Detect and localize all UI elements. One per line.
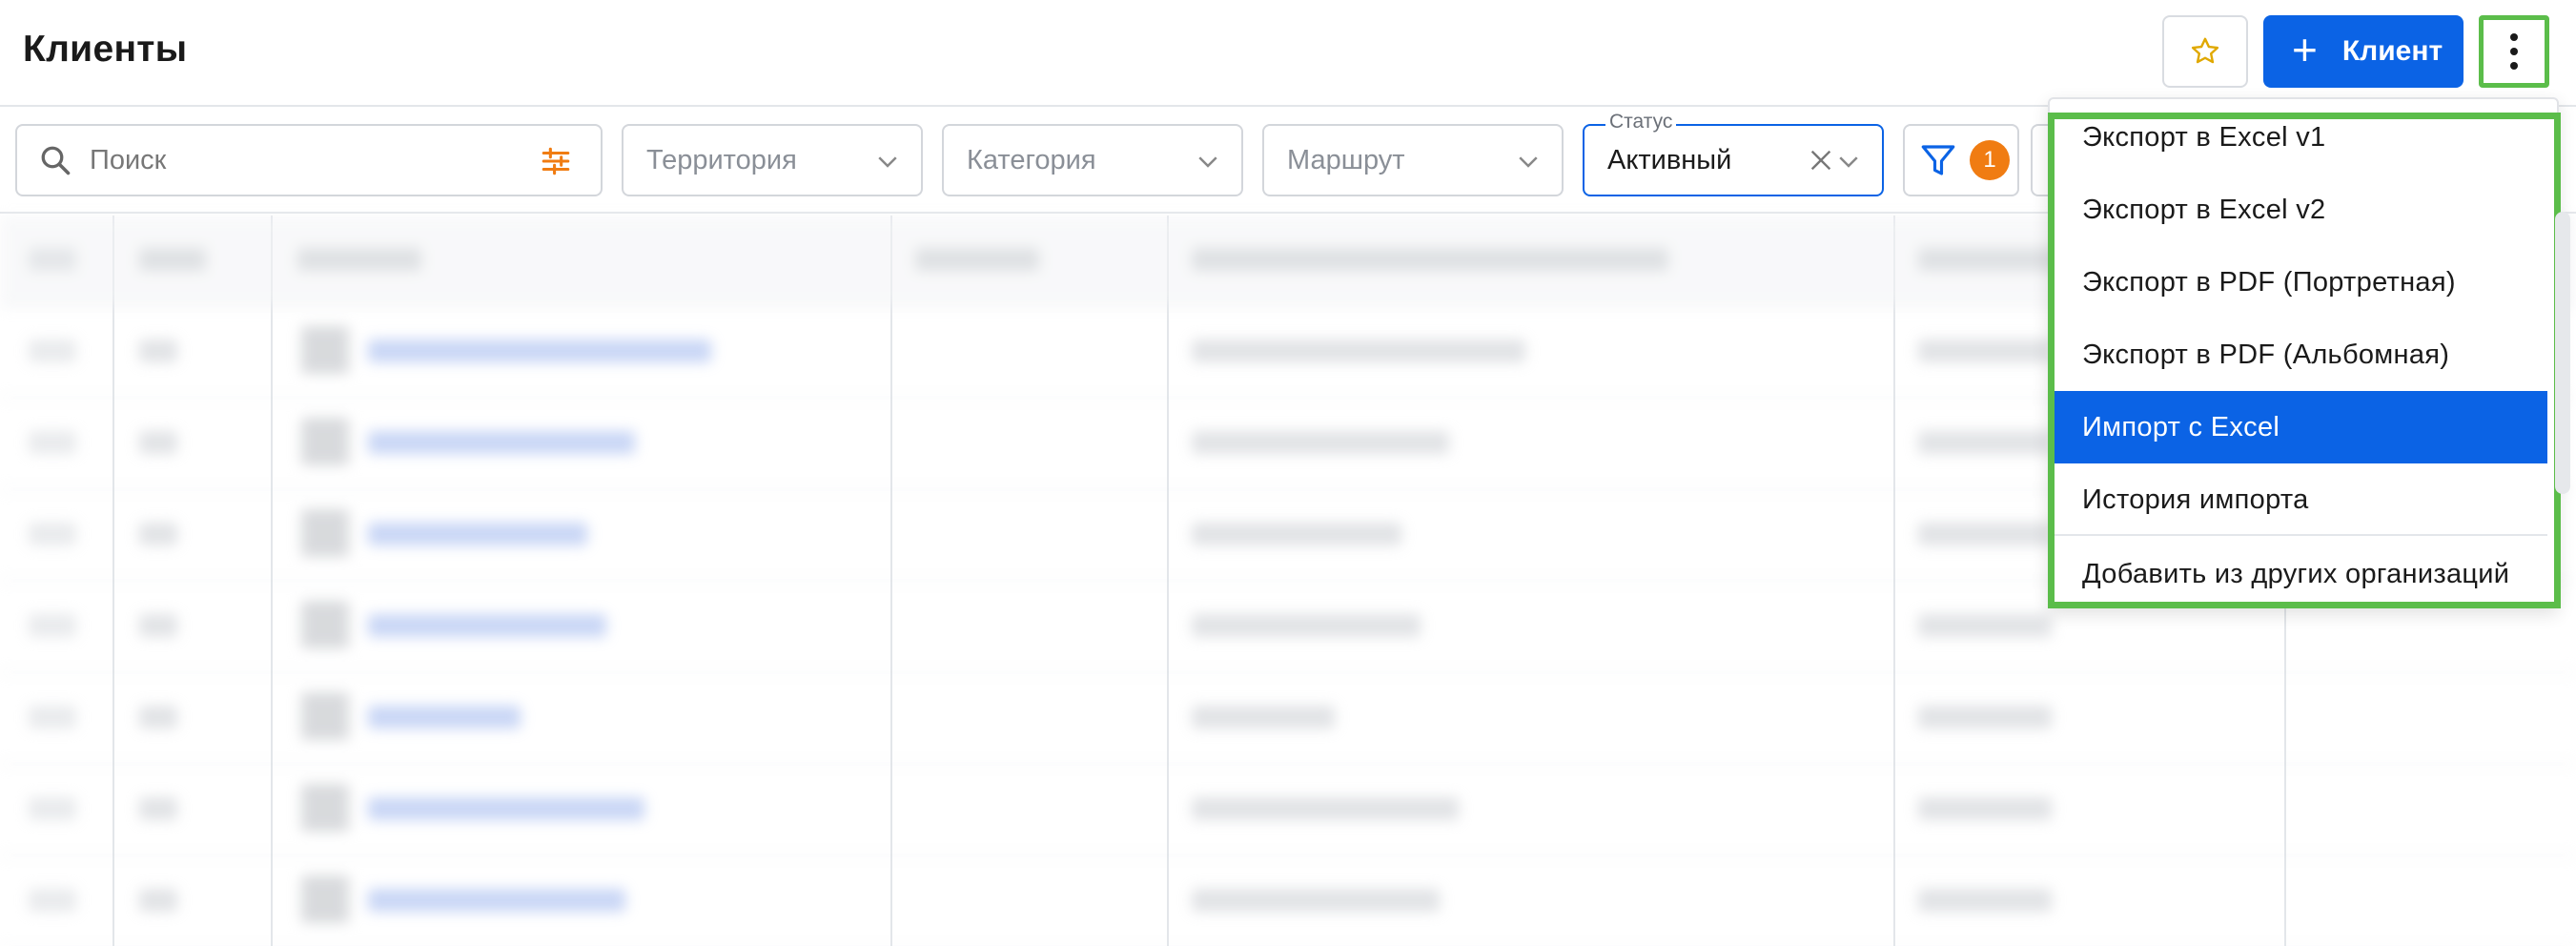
- filter-button[interactable]: 1: [1903, 124, 2019, 196]
- search-input[interactable]: Поиск: [15, 124, 603, 196]
- category-label: Категория: [967, 144, 1096, 175]
- scrollbar[interactable]: [2555, 212, 2570, 494]
- status-select[interactable]: Статус Активный: [1583, 111, 1884, 196]
- favorite-button[interactable]: [2162, 15, 2248, 88]
- menu-item-export-pdf-landscape[interactable]: Экспорт в PDF (Альбомная): [2054, 319, 2547, 391]
- tune-icon[interactable]: [540, 145, 572, 177]
- search-icon: [41, 146, 71, 175]
- chevron-down-icon: [1198, 156, 1217, 168]
- plus-icon: +: [2292, 25, 2318, 74]
- menu-item-add-from-other-orgs[interactable]: Добавить из других организаций: [2054, 538, 2547, 610]
- menu-item-import-excel[interactable]: Импорт с Excel: [2054, 391, 2547, 463]
- chevron-down-icon: [1519, 156, 1538, 168]
- table-row[interactable]: [0, 856, 2576, 946]
- status-value: Активный: [1607, 144, 1732, 175]
- menu-item-export-excel-v1[interactable]: Экспорт в Excel v1: [2054, 101, 2547, 174]
- menu-item-export-excel-v2[interactable]: Экспорт в Excel v2: [2054, 174, 2547, 246]
- territory-label: Территория: [646, 144, 797, 175]
- territory-select[interactable]: Территория: [622, 124, 923, 196]
- active-filters-badge: 1: [1970, 140, 2010, 180]
- table-row[interactable]: [0, 673, 2576, 765]
- more-vertical-icon: [2510, 33, 2518, 41]
- chevron-down-icon: [878, 156, 897, 168]
- table-row[interactable]: [0, 765, 2576, 856]
- chevron-down-icon: [1839, 156, 1858, 168]
- filter-icon: [1921, 145, 1955, 175]
- add-client-button[interactable]: + Клиент: [2263, 15, 2464, 88]
- more-actions-button[interactable]: [2479, 15, 2549, 88]
- clear-icon[interactable]: [1806, 145, 1836, 175]
- add-client-label: Клиент: [2341, 35, 2443, 67]
- page-title: Клиенты: [23, 29, 188, 70]
- menu-divider: [2054, 534, 2547, 536]
- search-placeholder: Поиск: [90, 144, 167, 175]
- category-select[interactable]: Категория: [942, 124, 1243, 196]
- extra-filter-button[interactable]: [2031, 124, 2050, 196]
- route-label: Маршрут: [1287, 144, 1405, 175]
- page-header: Клиенты + Клиент: [0, 0, 2576, 107]
- route-select[interactable]: Маршрут: [1262, 124, 1564, 196]
- star-icon: [2191, 37, 2219, 64]
- status-legend: Статус: [1605, 111, 1677, 134]
- menu-item-import-history[interactable]: История импорта: [2054, 463, 2547, 536]
- menu-item-export-pdf-portrait[interactable]: Экспорт в PDF (Портретная): [2054, 246, 2547, 319]
